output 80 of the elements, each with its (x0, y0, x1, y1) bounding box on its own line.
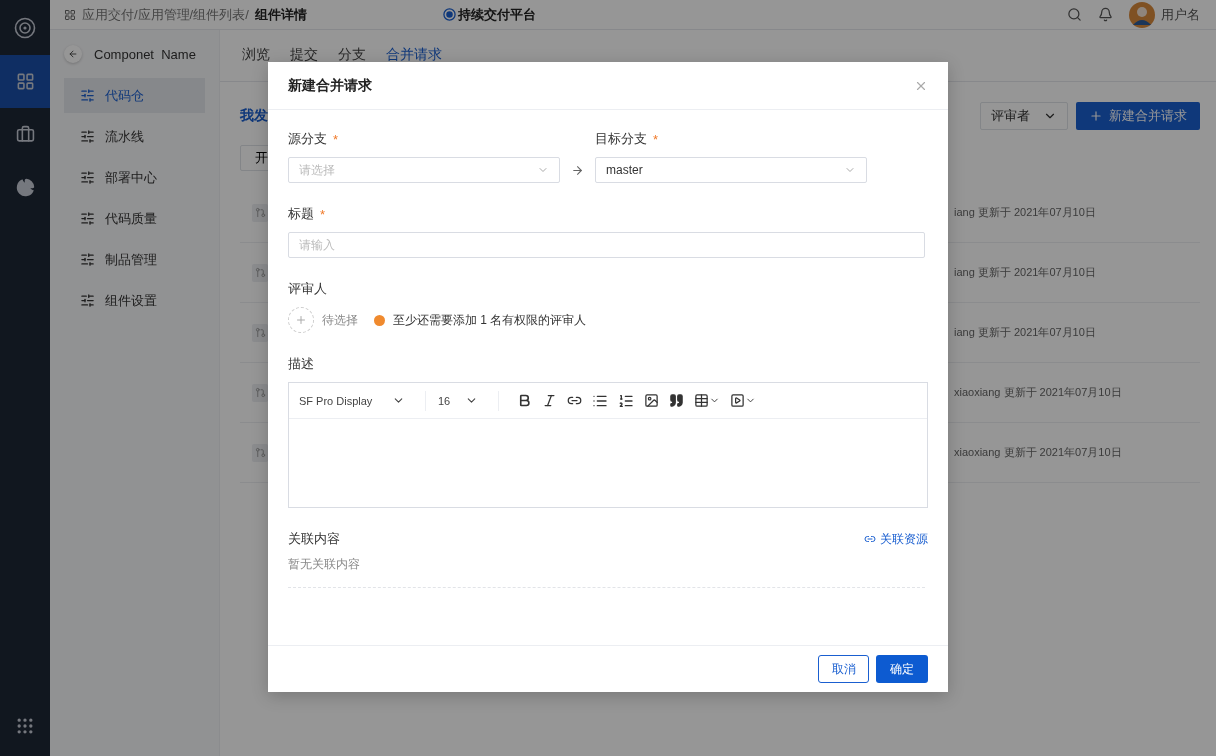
nav-item[interactable]: 流水线 (64, 119, 205, 154)
plus-icon (1089, 109, 1103, 123)
bell-icon[interactable] (1098, 7, 1113, 22)
confirm-button[interactable]: 确定 (876, 655, 928, 683)
nav-label: 流水线 (105, 127, 144, 146)
logo-icon (14, 16, 36, 39)
breadcrumb-current: 组件详情 (254, 5, 307, 24)
update-info: xiaoxiang 更新于 2021年07月10日 (954, 385, 1123, 400)
user-name[interactable]: 用户名 (1161, 5, 1200, 24)
warning-dot-icon (374, 314, 385, 326)
update-info: iang 更新于 2021年07月10日 (954, 325, 1097, 340)
nav-label: 代码仓 (105, 86, 144, 105)
cancel-button[interactable]: 取消 (818, 655, 869, 683)
sliders-icon (80, 252, 95, 267)
field-label: 关联内容 (288, 530, 340, 548)
arrow-right-icon (571, 163, 584, 177)
dialog-title: 新建合并请求 (288, 76, 372, 95)
nav-item[interactable]: 代码仓 (64, 78, 205, 113)
video-icon[interactable] (730, 393, 756, 408)
new-merge-request-button[interactable]: 新建合并请求 (1076, 102, 1200, 130)
field-label: 标题 (288, 205, 314, 223)
numbered-list-icon[interactable] (618, 392, 634, 409)
reviewer-filter[interactable]: 评审者 (980, 102, 1068, 130)
merge-request-icon (252, 383, 268, 402)
update-info: iang 更新于 2021年07月10日 (954, 205, 1097, 220)
briefcase-icon (15, 125, 35, 144)
required-mark: * (320, 206, 326, 222)
font-size-select[interactable]: 16 (438, 394, 486, 407)
nav-item[interactable]: 制品管理 (64, 242, 205, 277)
pending-label: 待选择 (322, 311, 358, 329)
field-label: 评审人 (288, 280, 327, 298)
platform-logo-icon (442, 8, 456, 21)
link-icon (864, 533, 876, 545)
quote-icon[interactable] (669, 393, 684, 408)
nav-item[interactable]: 部署中心 (64, 160, 205, 195)
apps-grid-icon[interactable] (15, 716, 35, 736)
pie-chart-icon (15, 178, 35, 197)
user-avatar[interactable] (1129, 1, 1155, 28)
field-label: 目标分支 (595, 130, 647, 148)
empty-text: 暂无关联内容 (288, 556, 925, 588)
tab[interactable]: 浏览 (242, 39, 270, 72)
image-icon[interactable] (644, 393, 659, 408)
nav-label: 部署中心 (105, 168, 157, 187)
nav-item[interactable]: 组件设置 (64, 283, 205, 318)
required-mark: * (653, 131, 659, 147)
nav-label: 组件设置 (105, 291, 157, 310)
nav-label: 制品管理 (105, 250, 157, 269)
reviewer-warning: 至少还需要添加 1 名有权限的评审人 (393, 311, 587, 329)
table-icon[interactable] (694, 393, 720, 408)
search-icon[interactable] (1067, 7, 1082, 22)
grid-icon (15, 72, 35, 91)
title-input[interactable]: 请输入 (288, 232, 925, 258)
merge-request-icon (252, 443, 268, 462)
sliders-icon (80, 170, 95, 185)
merge-request-icon (252, 263, 268, 282)
field-label: 源分支 (288, 130, 327, 148)
italic-icon[interactable] (542, 393, 557, 408)
merge-request-icon (252, 203, 268, 222)
target-branch-select[interactable]: master (595, 157, 867, 183)
field-label: 描述 (288, 355, 314, 373)
platform-title: 持续交付平台 (457, 5, 536, 24)
component-name: Componet Name (94, 46, 196, 62)
section-title: 我发 (240, 107, 269, 125)
breadcrumb-path[interactable]: 应用交付/应用管理/组件列表/ (82, 5, 249, 24)
sliders-icon (80, 211, 95, 226)
font-select[interactable]: SF Pro Display (299, 394, 413, 407)
required-mark: * (333, 131, 339, 147)
back-arrow-icon (68, 49, 78, 59)
sliders-icon (80, 293, 95, 308)
bold-icon[interactable] (517, 393, 532, 408)
sliders-icon (80, 129, 95, 144)
update-info: xiaoxiang 更新于 2021年07月10日 (954, 445, 1123, 460)
update-info: iang 更新于 2021年07月10日 (954, 265, 1097, 280)
sliders-icon (80, 88, 95, 103)
nav-label: 代码质量 (105, 209, 157, 228)
plus-icon (295, 314, 307, 326)
nav-item[interactable]: 代码质量 (64, 201, 205, 236)
grid-icon (64, 8, 76, 21)
merge-request-icon (252, 323, 268, 342)
link-resource-link[interactable]: 关联资源 (864, 530, 928, 548)
